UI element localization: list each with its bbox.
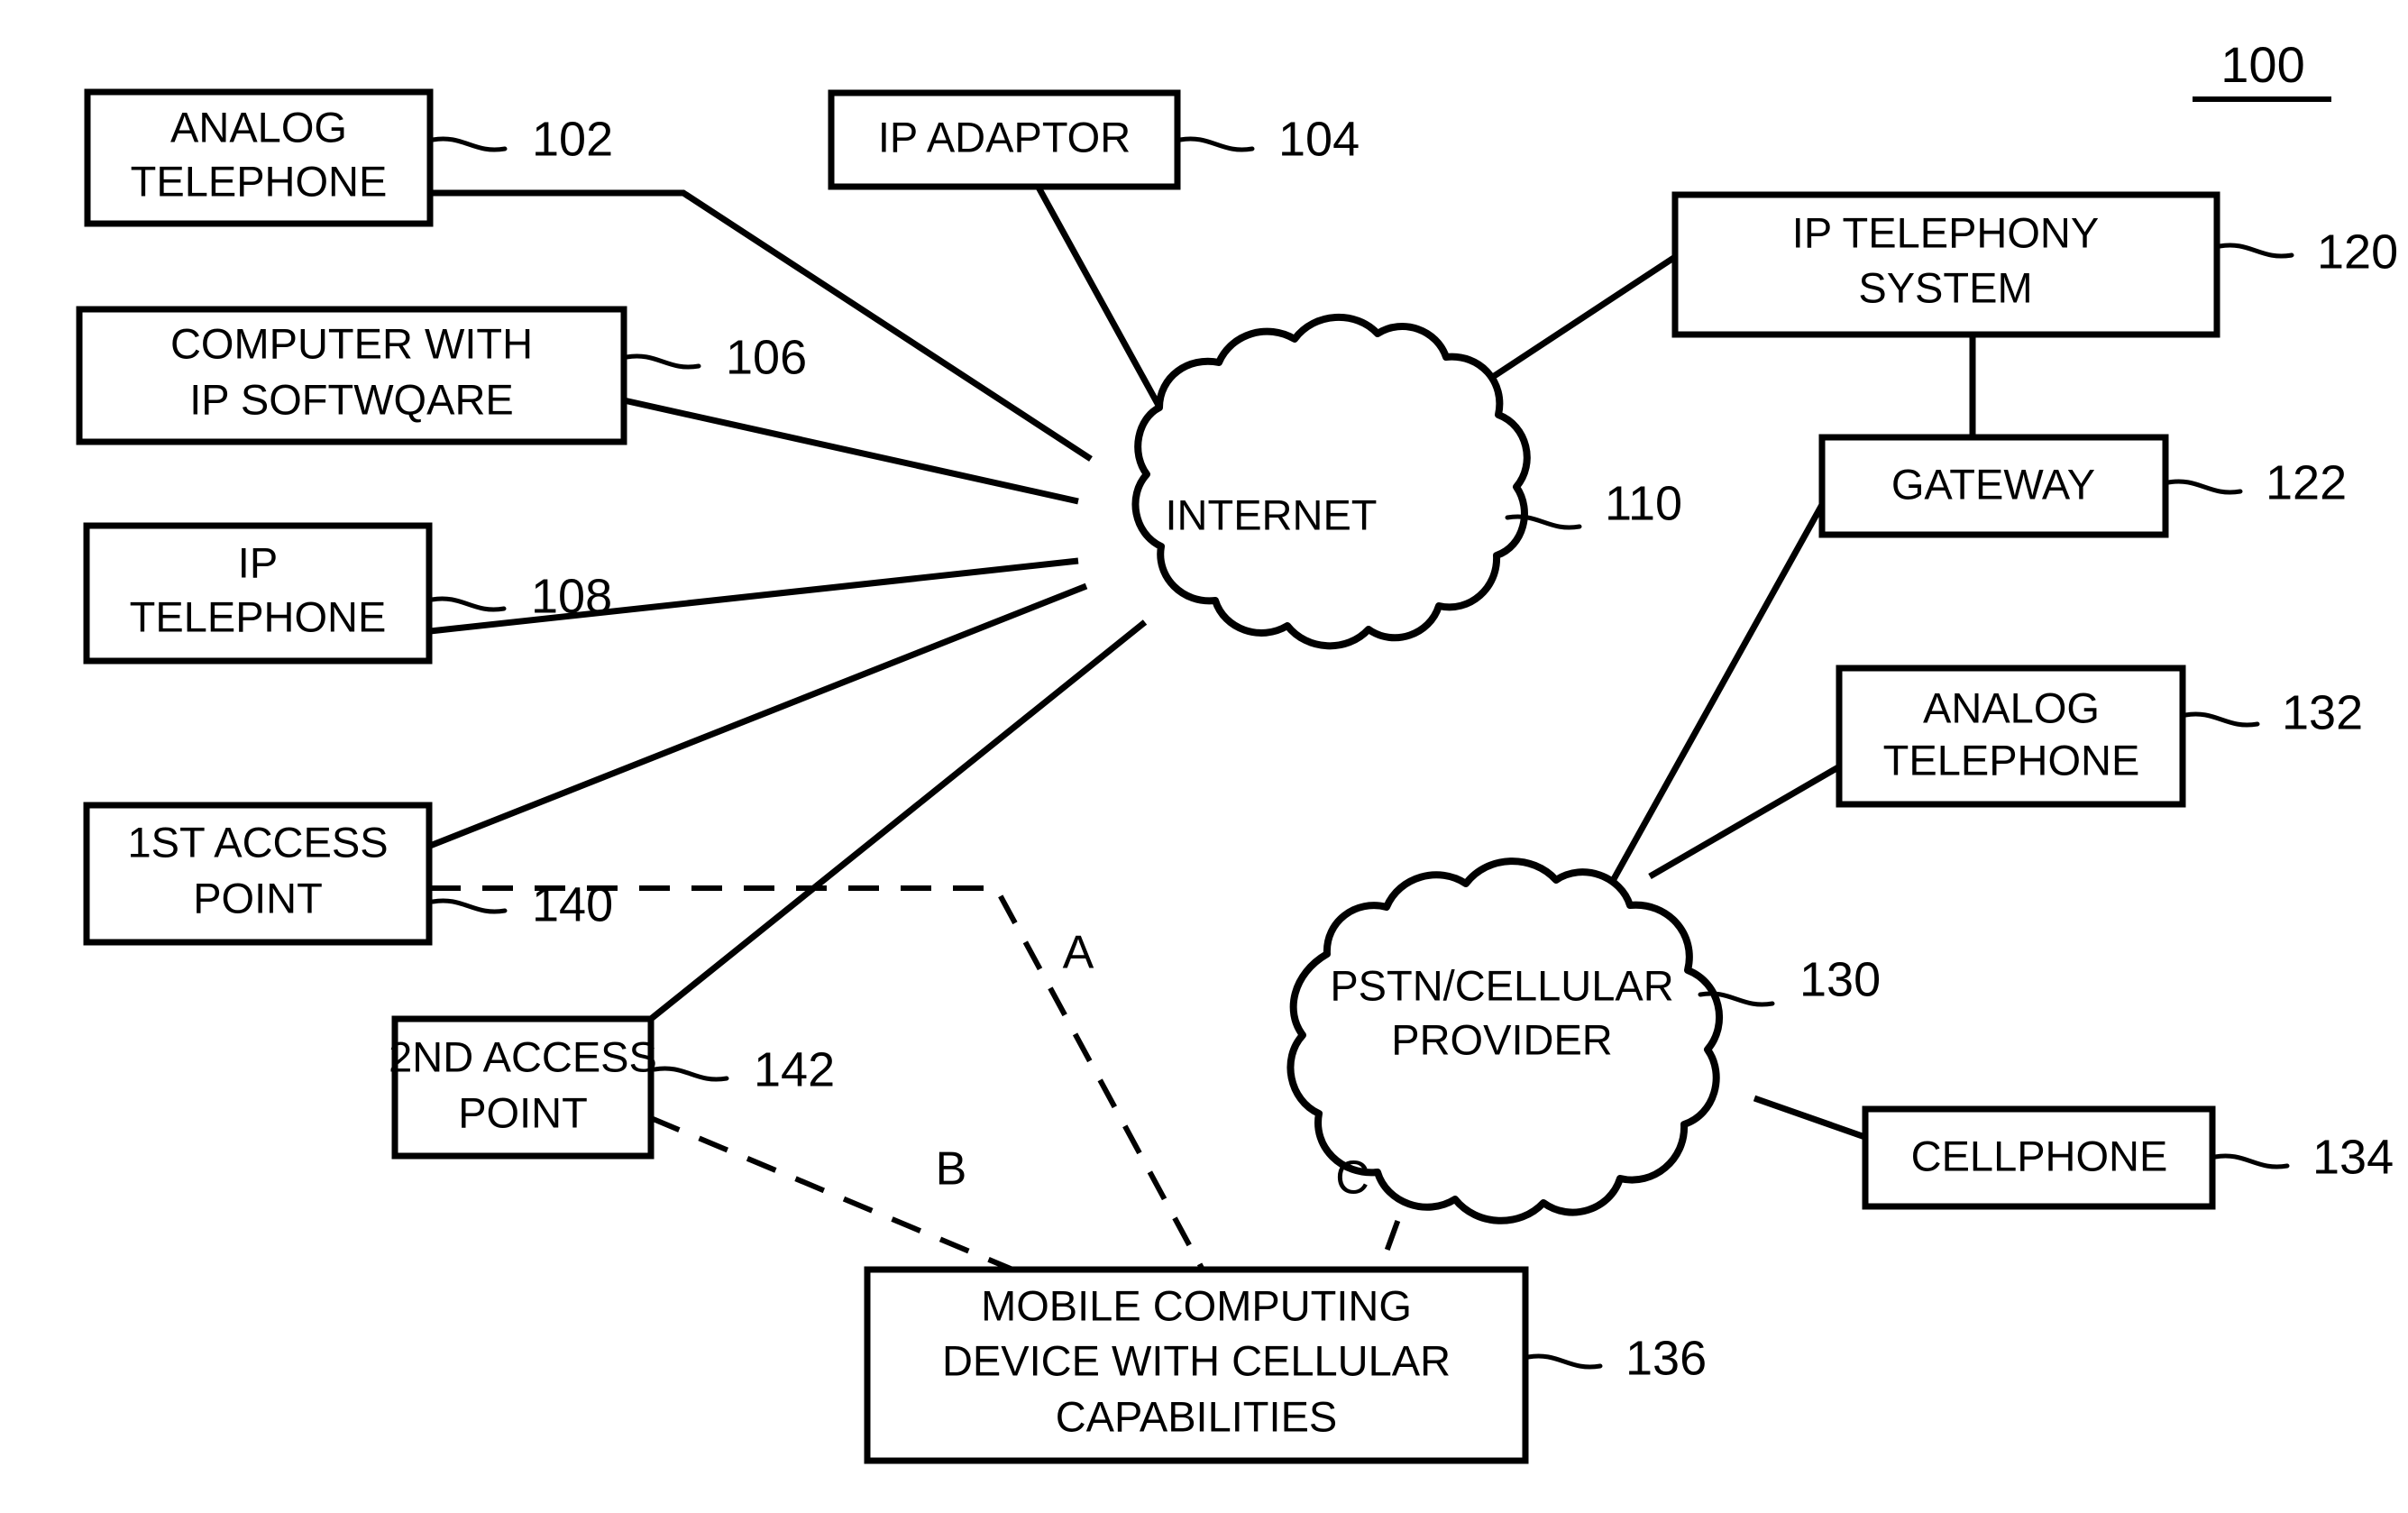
link-gateway-to-pstn-provider bbox=[1610, 501, 1827, 881]
box-mobile-device-136-line-1: MOBILE COMPUTING bbox=[981, 1281, 1412, 1329]
ref-number-122: 122 bbox=[2266, 455, 2347, 509]
node-gateway-122[interactable]: GATEWAY 122 bbox=[1818, 434, 2347, 538]
link-computer-to-internet bbox=[623, 397, 1079, 505]
box-first-access-point-140-line-1: 1ST ACCESS bbox=[127, 818, 388, 866]
leader-120 bbox=[2217, 243, 2294, 259]
box-computer-106-line-2: IP SOFTWQARE bbox=[189, 375, 514, 423]
box-gateway-122-line-1: GATEWAY bbox=[1891, 460, 2095, 508]
ref-number-142: 142 bbox=[754, 1042, 835, 1096]
internet-cloud-shape bbox=[1131, 313, 1531, 650]
ref-number-134: 134 bbox=[2312, 1130, 2394, 1184]
ref-number-140: 140 bbox=[532, 877, 613, 931]
network-architecture-diagram: INTERNET 110 PSTN/CELLULAR PROVIDER 130 … bbox=[76, 36, 2398, 1464]
pstn-cloud-label-line-2: PROVIDER bbox=[1391, 1015, 1613, 1063]
box-analog-telephone-102-line-2: TELEPHONE bbox=[131, 157, 388, 205]
box-ip-telephony-system-120-line-2: SYSTEM bbox=[1858, 263, 2032, 311]
leader-132 bbox=[2183, 711, 2260, 728]
box-computer-106-line-1: COMPUTER WITH bbox=[170, 319, 533, 367]
ref-number-102: 102 bbox=[532, 112, 613, 166]
node-cellphone-134[interactable]: CELLPHONE 134 bbox=[1862, 1105, 2394, 1210]
link-pstn-provider-to-analog-telephone bbox=[1648, 754, 1857, 880]
box-first-access-point-140-line-2: POINT bbox=[193, 874, 323, 922]
ref-number-110: 110 bbox=[1605, 476, 1682, 530]
pstn-cloud-label-line-1: PSTN/CELLULAR bbox=[1330, 961, 1673, 1009]
ref-number-120: 120 bbox=[2317, 225, 2398, 279]
box-analog-telephone-132-line-2: TELEPHONE bbox=[1883, 736, 2140, 784]
node-ip-adaptor-104[interactable]: IP ADAPTOR 104 bbox=[828, 89, 1360, 190]
internet-cloud-label: INTERNET bbox=[1166, 491, 1378, 538]
node-internet[interactable]: INTERNET 110 bbox=[1131, 313, 1682, 650]
ref-number-104: 104 bbox=[1278, 112, 1360, 166]
link-first-access-point-to-internet bbox=[428, 582, 1088, 849]
leader-134 bbox=[2212, 1153, 2290, 1169]
ref-number-130: 130 bbox=[1799, 952, 1881, 1006]
path-label-c: C bbox=[1335, 1152, 1369, 1205]
box-cellphone-134-line-1: CELLPHONE bbox=[1911, 1132, 2168, 1179]
node-analog-telephone-132[interactable]: ANALOG TELEPHONE 132 bbox=[1836, 665, 2363, 808]
ref-number-106: 106 bbox=[726, 330, 807, 384]
path-label-a: A bbox=[1063, 927, 1094, 979]
box-ip-adaptor-104-line-1: IP ADAPTOR bbox=[878, 113, 1131, 160]
leader-142 bbox=[652, 1066, 729, 1082]
leader-108 bbox=[429, 596, 507, 612]
box-ip-telephone-108-line-2: TELEPHONE bbox=[130, 592, 387, 640]
node-computer-with-ip-software-106[interactable]: COMPUTER WITH IP SOFTWQARE 106 bbox=[76, 306, 807, 445]
box-analog-telephone-132-line-1: ANALOG bbox=[1923, 683, 2100, 731]
ref-number-108: 108 bbox=[531, 569, 612, 623]
box-mobile-device-136-line-3: CAPABILITIES bbox=[1056, 1392, 1338, 1440]
figure-number-group: 100 bbox=[2193, 36, 2331, 102]
link-ip-telephone-to-internet bbox=[429, 557, 1079, 635]
box-analog-telephone-102-line-1: ANALOG bbox=[170, 103, 347, 151]
node-pstn-cellular-provider[interactable]: PSTN/CELLULAR PROVIDER 130 bbox=[1286, 857, 1881, 1224]
box-mobile-device-136-line-2: DEVICE WITH CELLULAR bbox=[942, 1336, 1451, 1384]
leader-104 bbox=[1177, 136, 1255, 152]
leader-140 bbox=[430, 898, 508, 914]
box-ip-telephone-108-line-1: IP bbox=[238, 538, 278, 586]
node-second-access-point-142[interactable]: 2ND ACCESS POINT 142 bbox=[389, 1015, 835, 1160]
node-mobile-computing-device-136[interactable]: MOBILE COMPUTING DEVICE WITH CELLULAR CA… bbox=[864, 1266, 1707, 1464]
leader-102 bbox=[430, 136, 508, 152]
ref-number-132: 132 bbox=[2282, 685, 2363, 739]
patent-figure-canvas: INTERNET 110 PSTN/CELLULAR PROVIDER 130 … bbox=[0, 0, 2408, 1513]
box-ip-telephony-system-120-line-1: IP TELEPHONY bbox=[1792, 208, 2099, 256]
node-first-access-point-140[interactable]: 1ST ACCESS POINT 140 bbox=[83, 802, 613, 946]
link-ip-adaptor-to-internet bbox=[1034, 184, 1165, 412]
node-analog-telephone-102[interactable]: ANALOG TELEPHONE 102 bbox=[84, 88, 613, 227]
node-ip-telephony-system-120[interactable]: IP TELEPHONY SYSTEM 120 bbox=[1671, 191, 2398, 338]
ref-number-136: 136 bbox=[1625, 1331, 1707, 1385]
box-second-access-point-142-line-1: 2ND ACCESS bbox=[389, 1032, 657, 1080]
box-second-access-point-142-line-2: POINT bbox=[458, 1088, 588, 1136]
figure-number-100: 100 bbox=[2220, 36, 2304, 93]
path-label-b: B bbox=[936, 1143, 967, 1196]
node-ip-telephone-108[interactable]: IP TELEPHONE 108 bbox=[83, 522, 612, 665]
leader-136 bbox=[1525, 1353, 1603, 1370]
leader-122 bbox=[2165, 479, 2243, 495]
leader-106 bbox=[624, 353, 701, 370]
